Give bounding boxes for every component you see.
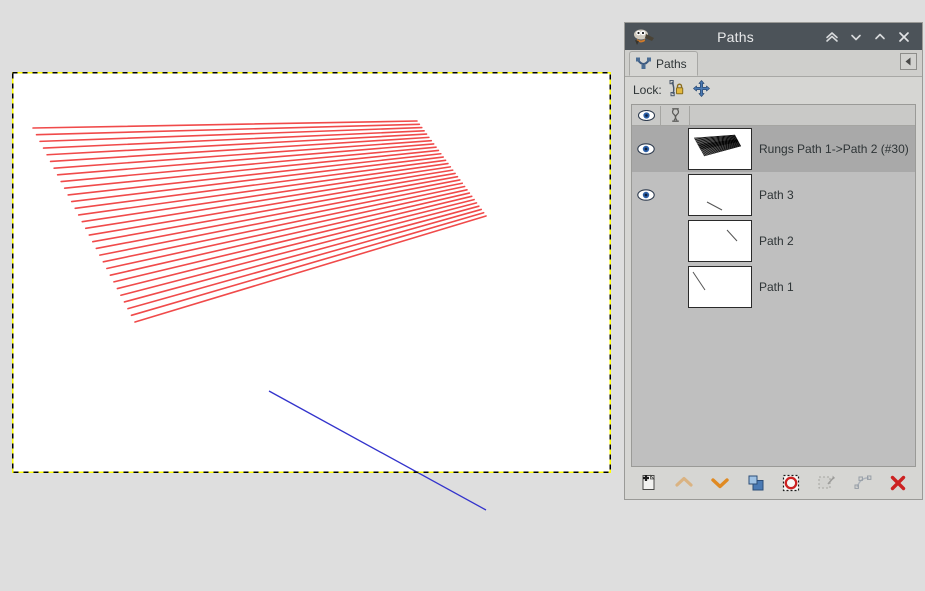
lock-label: Lock: bbox=[633, 82, 662, 97]
path-thumbnail bbox=[688, 220, 752, 262]
selection-to-path-icon bbox=[818, 475, 835, 489]
close-x-icon bbox=[899, 31, 909, 42]
raise-path-button[interactable] bbox=[667, 469, 703, 497]
canvas-drawing bbox=[32, 120, 487, 511]
rung-line bbox=[99, 182, 464, 256]
rung-line bbox=[77, 162, 449, 216]
lock-bar: Lock: bbox=[625, 77, 922, 102]
path-name-label[interactable]: Rungs Path 1->Path 2 (#30) bbox=[752, 142, 909, 156]
rung-line bbox=[116, 198, 475, 290]
path-to-selection-button[interactable] bbox=[774, 469, 810, 497]
chevron-up-icon bbox=[675, 476, 694, 487]
link-column-header bbox=[661, 105, 690, 125]
eye-icon bbox=[637, 109, 655, 121]
path-visibility-toggle[interactable] bbox=[632, 189, 660, 201]
path-list-item[interactable]: Path 3 bbox=[632, 172, 915, 218]
duplicate-path-button[interactable] bbox=[738, 469, 774, 497]
path-to-selection-icon bbox=[783, 474, 800, 492]
paths-dock-window[interactable]: Paths Paths Lock: Rungs Path 1->Path 2 (… bbox=[624, 22, 923, 500]
tab-label: Paths bbox=[656, 56, 687, 71]
double-chevron-up-icon bbox=[826, 31, 838, 42]
path-list-item[interactable]: Path 2 bbox=[632, 218, 915, 264]
rung-line bbox=[32, 120, 418, 129]
blue-path-graphic bbox=[268, 390, 487, 511]
window-title: Paths bbox=[717, 28, 754, 45]
path-thumbnail bbox=[688, 128, 752, 170]
tab-paths[interactable]: Paths bbox=[629, 51, 698, 76]
lock-path-toggle[interactable] bbox=[669, 79, 686, 100]
selection-to-path-button[interactable] bbox=[809, 469, 845, 497]
path-name-label[interactable]: Path 3 bbox=[752, 188, 794, 202]
move-lock-icon bbox=[692, 79, 710, 97]
paths-list-header bbox=[632, 105, 915, 126]
lock-position-toggle[interactable] bbox=[692, 79, 710, 100]
chain-link-icon bbox=[671, 108, 679, 122]
path-thumbnail bbox=[688, 174, 752, 216]
rungs-path-graphic bbox=[32, 120, 487, 323]
path-thumbnail-diagonal-line-upper-left bbox=[692, 271, 706, 291]
visibility-column-header bbox=[632, 105, 661, 125]
new-page-plus-icon bbox=[642, 474, 655, 490]
rung-line bbox=[67, 152, 442, 196]
path-list-item[interactable]: Rungs Path 1->Path 2 (#30) bbox=[632, 126, 915, 172]
paths-list[interactable]: Rungs Path 1->Path 2 (#30) Path 3 Path 2 Pa… bbox=[631, 104, 916, 467]
rung-line bbox=[95, 179, 461, 250]
paths-list-rows[interactable]: Rungs Path 1->Path 2 (#30) Path 3 Path 2 Pa… bbox=[632, 126, 915, 466]
path-thumbnail-diagonal-line-upper-right bbox=[726, 229, 738, 242]
path-thumbnail-diagonal-line-lower-middle bbox=[706, 201, 723, 211]
new-path-button[interactable] bbox=[631, 469, 667, 497]
titlebar[interactable]: Paths bbox=[625, 23, 922, 50]
duplicate-icon bbox=[748, 475, 764, 491]
path-thumbnail bbox=[688, 266, 752, 308]
path-visibility-toggle[interactable] bbox=[632, 143, 660, 155]
rung-line bbox=[130, 211, 485, 317]
minimize-button[interactable] bbox=[844, 25, 868, 49]
dock-tabstrip[interactable]: Paths bbox=[625, 50, 922, 77]
tab-menu-button[interactable] bbox=[900, 53, 917, 70]
list-header-spacer bbox=[690, 106, 915, 125]
path-list-item[interactable]: Path 1 bbox=[632, 264, 915, 310]
close-button[interactable] bbox=[892, 25, 916, 49]
paths-bottom-toolbar[interactable] bbox=[625, 467, 922, 499]
chevron-up-icon bbox=[875, 33, 885, 39]
wilber-icon bbox=[634, 29, 654, 45]
stroke-path-button[interactable] bbox=[845, 469, 881, 497]
chevron-down-icon bbox=[851, 34, 861, 40]
chevron-down-icon bbox=[711, 478, 729, 489]
rung-line bbox=[120, 202, 478, 297]
path-name-label[interactable]: Path 2 bbox=[752, 234, 794, 248]
tab-menu-triangle-icon bbox=[905, 57, 911, 66]
path-name-label[interactable]: Path 1 bbox=[752, 280, 794, 294]
stroke-path-icon bbox=[854, 475, 871, 489]
lower-path-button[interactable] bbox=[702, 469, 738, 497]
maximize-button[interactable] bbox=[868, 25, 892, 49]
paths-tab-icon bbox=[636, 57, 651, 69]
path-lock-icon bbox=[669, 79, 683, 96]
eye-icon bbox=[637, 189, 655, 201]
delete-x-icon bbox=[890, 475, 906, 491]
path-thumbnail-fan-of-lines bbox=[693, 134, 742, 157]
eye-icon bbox=[637, 143, 655, 155]
shade-button[interactable] bbox=[820, 25, 844, 49]
image-canvas-area[interactable] bbox=[0, 0, 624, 591]
delete-path-button[interactable] bbox=[880, 469, 916, 497]
